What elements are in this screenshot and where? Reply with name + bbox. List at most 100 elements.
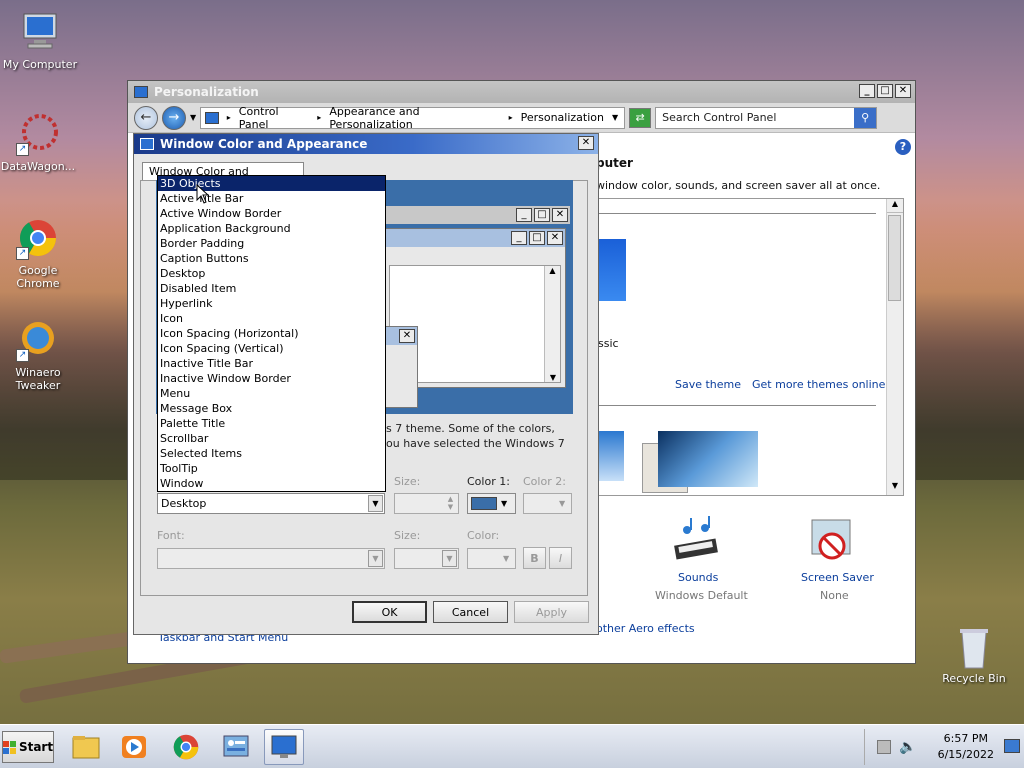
dropdown-option[interactable]: Palette Title: [158, 416, 385, 431]
volume-icon[interactable]: 🔈: [899, 739, 916, 755]
dropdown-option[interactable]: Selected Items: [158, 446, 385, 461]
aero-effects-link[interactable]: other Aero effects: [596, 622, 695, 635]
cancel-button[interactable]: Cancel: [433, 601, 508, 623]
color2-picker[interactable]: ▼: [523, 493, 572, 514]
dropdown-option[interactable]: Inactive Window Border: [158, 371, 385, 386]
personalization-titlebar[interactable]: Personalization _ □ ✕: [128, 81, 915, 103]
dropdown-option[interactable]: Active Title Bar: [158, 191, 385, 206]
screen-saver-icon[interactable]: [810, 518, 854, 566]
shortcut-arrow-icon: ↗: [16, 349, 29, 362]
theme-list[interactable]: ssic Save theme Get more themes online ▲…: [597, 198, 904, 496]
close-button[interactable]: ✕: [578, 136, 594, 150]
font-select[interactable]: ▼: [157, 548, 385, 569]
apply-button[interactable]: Apply: [514, 601, 589, 623]
theme-name: ssic: [598, 337, 619, 350]
control-panel-icon[interactable]: [216, 729, 256, 765]
start-button[interactable]: Start: [2, 731, 54, 763]
minimize-button[interactable]: _: [859, 84, 875, 98]
desktop-icon-recycle-bin[interactable]: Recycle Bin: [934, 624, 1014, 685]
ok-button[interactable]: OK: [352, 601, 427, 623]
breadcrumb-item[interactable]: Control Panel: [239, 105, 310, 131]
dropdown-option[interactable]: Message Box: [158, 401, 385, 416]
theme-list-scrollbar[interactable]: ▲ ▼: [886, 199, 903, 495]
dropdown-option[interactable]: Icon Spacing (Horizontal): [158, 326, 385, 341]
dropdown-option[interactable]: ToolTip: [158, 461, 385, 476]
control-panel-icon: [134, 86, 148, 98]
close-icon: ✕: [399, 329, 415, 343]
recent-pages-icon[interactable]: ▼: [190, 113, 196, 122]
sounds-link[interactable]: Sounds: [678, 571, 718, 584]
theme-thumbnail[interactable]: [598, 431, 624, 481]
theme-thumbnail[interactable]: [598, 239, 626, 301]
search-input[interactable]: Search Control Panel ⚲: [655, 106, 878, 129]
stepper-arrows-icon[interactable]: ▲ ▼: [444, 495, 457, 512]
item-select[interactable]: Desktop ▼: [157, 493, 385, 514]
scroll-down-arrow-icon[interactable]: ▼: [887, 481, 903, 495]
item-dropdown-list[interactable]: 3D Objects Active Title Bar Active Window …: [157, 175, 386, 492]
datawagon-icon: ↗: [16, 112, 60, 156]
back-button[interactable]: ←: [134, 105, 158, 130]
screen-saver-link[interactable]: Screen Saver: [801, 571, 874, 584]
color1-picker[interactable]: ▼: [467, 493, 516, 514]
chrome-icon[interactable]: [166, 729, 206, 765]
desktop-icon-datawagon[interactable]: ↗ DataWagon...: [0, 112, 78, 173]
dropdown-option[interactable]: Caption Buttons: [158, 251, 385, 266]
scroll-up-arrow-icon[interactable]: ▲: [887, 199, 903, 213]
bold-button[interactable]: B: [523, 547, 546, 569]
start-label: Start: [18, 740, 54, 754]
color2-label: Color 2:: [523, 475, 566, 488]
desktop-icon-label: Recycle Bin: [942, 672, 1006, 685]
breadcrumb[interactable]: ▸ Control Panel ▸ Appearance and Persona…: [200, 105, 626, 131]
dropdown-option[interactable]: 3D Objects: [158, 176, 385, 191]
dropdown-option[interactable]: Icon: [158, 311, 385, 326]
dropdown-option[interactable]: Active Window Border: [158, 206, 385, 221]
dropdown-option[interactable]: Window: [158, 476, 385, 491]
scroll-thumb[interactable]: [888, 215, 901, 301]
control-panel-icon: [205, 111, 219, 124]
font-color-picker[interactable]: ▼: [467, 548, 516, 569]
personalization-taskbar-icon[interactable]: [264, 729, 304, 765]
chevron-down-icon[interactable]: ▼: [442, 550, 457, 567]
refresh-button[interactable]: ⇄: [629, 107, 652, 128]
dropdown-option[interactable]: Menu: [158, 386, 385, 401]
dropdown-option[interactable]: Border Padding: [158, 236, 385, 251]
forward-button[interactable]: →: [162, 105, 186, 130]
file-explorer-icon[interactable]: [66, 729, 106, 765]
chevron-down-icon: ▼: [559, 499, 566, 508]
font-size-select[interactable]: ▼: [394, 548, 459, 569]
dropdown-option[interactable]: Application Background: [158, 221, 385, 236]
chevron-down-icon[interactable]: ▼: [368, 550, 383, 567]
theme-thumbnail[interactable]: [658, 431, 758, 487]
color1-label: Color 1:: [467, 475, 510, 488]
dropdown-option[interactable]: Scrollbar: [158, 431, 385, 446]
chevron-down-icon[interactable]: ▼: [368, 495, 383, 512]
dialog-icon: [140, 138, 154, 150]
network-icon[interactable]: [877, 740, 891, 754]
help-icon[interactable]: ?: [895, 139, 911, 155]
sounds-icon[interactable]: [671, 516, 721, 566]
clock[interactable]: 6:57 PM 6/15/2022: [938, 731, 994, 763]
dropdown-option[interactable]: Icon Spacing (Vertical): [158, 341, 385, 356]
italic-button[interactable]: I: [549, 547, 572, 569]
dropdown-option[interactable]: Desktop: [158, 266, 385, 281]
maximize-button[interactable]: □: [877, 84, 893, 98]
breadcrumb-item[interactable]: Personalization: [521, 111, 604, 124]
desktop-icon-google-chrome[interactable]: ↗ Google Chrome: [0, 216, 78, 290]
size-label: Size:: [394, 475, 421, 488]
dropdown-option[interactable]: Disabled Item: [158, 281, 385, 296]
dropdown-option[interactable]: Inactive Title Bar: [158, 356, 385, 371]
media-player-icon[interactable]: [114, 729, 154, 765]
show-desktop-icon[interactable]: [1004, 739, 1020, 753]
dropdown-option[interactable]: Hyperlink: [158, 296, 385, 311]
note-text: s 7 theme. Some of the colors,: [386, 422, 555, 435]
desktop-icon-winaero-tweaker[interactable]: ↗ Winaero Tweaker: [0, 318, 78, 392]
search-icon[interactable]: ⚲: [854, 107, 877, 128]
breadcrumb-item[interactable]: Appearance and Personalization: [329, 105, 500, 131]
save-theme-link[interactable]: Save theme: [675, 378, 741, 391]
desktop-icon-my-computer[interactable]: My Computer: [0, 10, 80, 71]
dialog-titlebar[interactable]: Window Color and Appearance ✕: [134, 134, 598, 154]
close-button[interactable]: ✕: [895, 84, 911, 98]
get-more-themes-link[interactable]: Get more themes online: [752, 378, 885, 391]
size-stepper[interactable]: ▲ ▼: [394, 493, 459, 514]
chevron-down-icon[interactable]: ▼: [612, 113, 618, 122]
